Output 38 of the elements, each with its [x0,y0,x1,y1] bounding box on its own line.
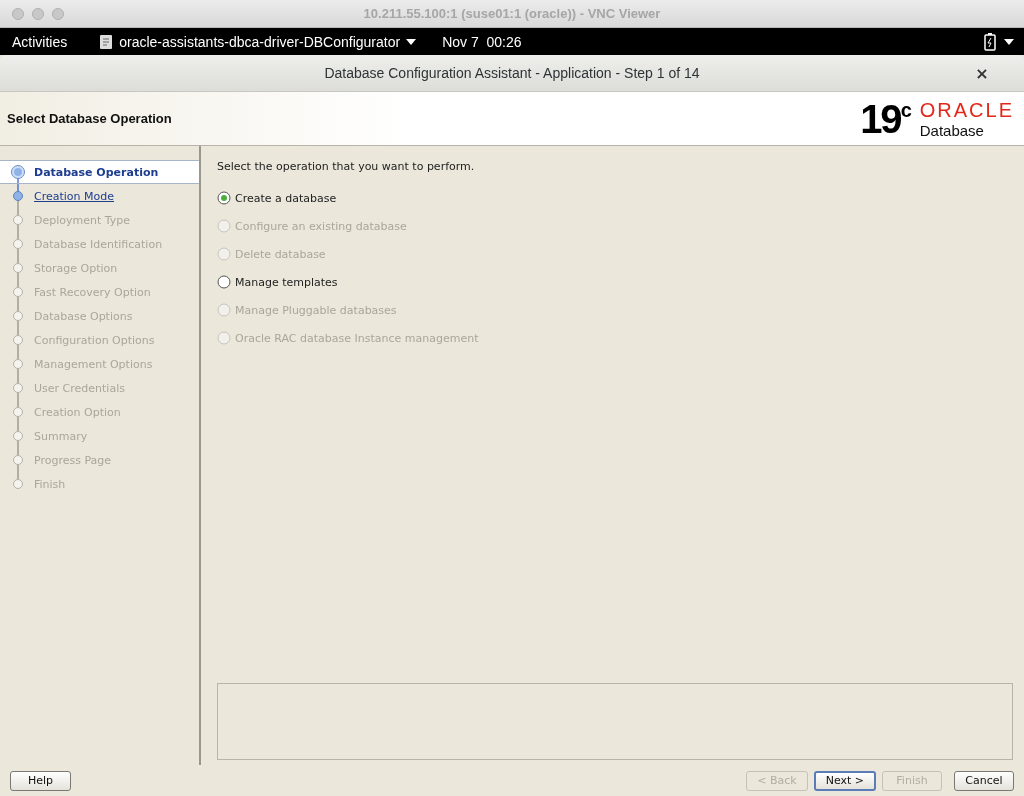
app-icon [99,33,114,50]
cancel-button[interactable]: Cancel [954,770,1014,791]
radio-button[interactable] [217,191,231,205]
close-button[interactable]: × [952,63,1012,83]
step-item: Management Options [34,357,153,371]
close-window-button[interactable] [12,7,24,20]
clock[interactable]: Nov 7 00:26 [442,33,522,50]
window-title: 10.211.55.100:1 (suse01:1 (oracle)) - VNC Viewer [363,6,661,21]
dropdown-caret-icon[interactable] [1004,38,1014,45]
dropdown-caret-icon[interactable] [406,38,417,45]
step-item: Creation Option [34,405,121,419]
step-item: Summary [34,429,88,443]
step-item: Database Identification [34,237,163,251]
page-heading: Select Database Operation [7,111,172,126]
wizard-button[interactable]: Next > [813,770,876,791]
product-name: Database [919,121,985,139]
step-item: Configuration Options [34,333,155,347]
option-label[interactable]: Manage templates [235,275,338,289]
minimize-window-button[interactable] [32,7,44,20]
radio-button[interactable] [217,275,231,289]
option-label[interactable]: Create a database [235,191,337,205]
step-item: Finish [34,477,66,491]
step-item: Progress Page [34,453,112,467]
version-logo: 19$^{c}$ [860,98,912,139]
instruction-text: Select the operation that you want to perform. [217,160,476,173]
battery-icon[interactable] [984,32,996,51]
zoom-window-button[interactable] [52,7,64,20]
step-item: Fast Recovery Option [34,285,151,299]
step-item: Deployment Type [34,213,131,227]
app-menu[interactable]: oracle-assistants-dbca-driver-DBConfigurator [119,33,401,50]
step-item: User Credentials [34,381,125,395]
dialog-title: Database Configuration Assistant - Application - Step 1 of 14 [324,65,700,81]
step-item[interactable]: Creation Mode [34,189,114,203]
help-button[interactable]: Help [10,770,71,791]
step-item: Database Options [34,309,133,323]
brand-logo: ORACLE [919,98,1014,122]
step-item: Storage Option [34,261,118,275]
activities-button[interactable]: Activities [0,33,80,50]
